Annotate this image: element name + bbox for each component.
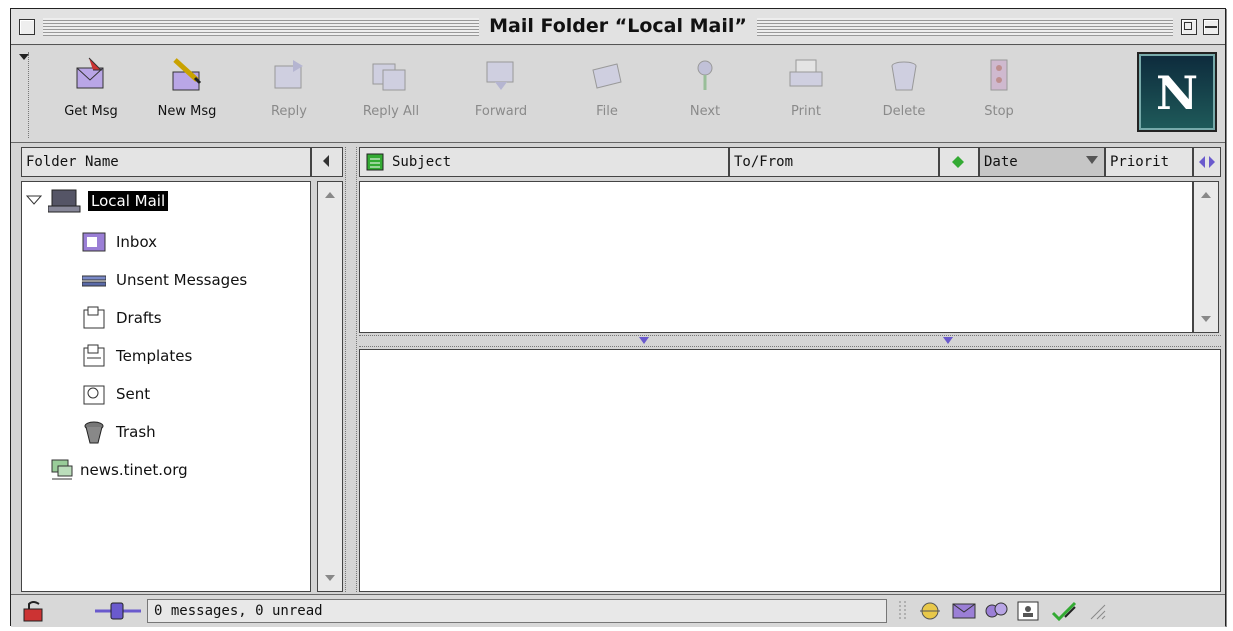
read-status-column-header[interactable] xyxy=(939,147,979,177)
horizontal-splitter[interactable] xyxy=(359,335,1221,347)
reply-icon xyxy=(269,56,309,96)
disclosure-triangle-icon[interactable] xyxy=(26,194,42,206)
collapse-box-icon[interactable] xyxy=(1203,19,1219,35)
message-list[interactable] xyxy=(359,181,1193,333)
splitter-handle-icon xyxy=(943,337,953,344)
get-msg-icon xyxy=(71,56,111,96)
new-msg-icon xyxy=(167,56,207,96)
composer-component-icon[interactable] xyxy=(1051,599,1077,623)
address-book-component-icon[interactable] xyxy=(1015,599,1041,623)
print-icon xyxy=(786,56,826,96)
splitter-handle-icon xyxy=(639,337,649,344)
stop-icon xyxy=(979,56,1019,96)
scroll-up-arrow-icon[interactable] xyxy=(325,192,335,198)
unsent-icon xyxy=(82,275,106,287)
next-icon xyxy=(685,56,725,96)
mail-window: Mail Folder “Local Mail” Get Msg New Msg xyxy=(10,8,1226,627)
status-divider xyxy=(897,599,909,623)
message-list-scrollbar[interactable] xyxy=(1193,181,1219,333)
reply-all-button[interactable]: Reply All xyxy=(351,56,431,136)
toolbar: Get Msg New Msg Reply Reply All Forward xyxy=(11,46,1225,143)
message-preview-pane[interactable] xyxy=(359,349,1221,592)
stop-button[interactable]: Stop xyxy=(969,56,1029,136)
toolbar-collapse-grip[interactable] xyxy=(17,52,29,138)
resize-grip-icon[interactable] xyxy=(1087,599,1107,623)
security-lock-icon[interactable] xyxy=(21,599,47,623)
sent-icon xyxy=(83,385,105,405)
templates-icon xyxy=(83,344,105,367)
inbox-icon xyxy=(82,232,106,252)
scroll-down-arrow-icon[interactable] xyxy=(325,575,335,581)
navigator-component-icon[interactable] xyxy=(917,599,943,623)
window-title: Mail Folder “Local Mail” xyxy=(11,15,1225,37)
new-msg-button[interactable]: New Msg xyxy=(147,56,227,136)
connection-status-icon[interactable] xyxy=(95,599,141,623)
delete-icon xyxy=(884,56,924,96)
zoom-box-icon[interactable] xyxy=(1181,19,1197,35)
delete-button[interactable]: Delete xyxy=(869,56,939,136)
news-server-icon xyxy=(51,459,73,480)
next-button[interactable]: Next xyxy=(675,56,735,136)
subject-column-header[interactable]: Subject xyxy=(359,147,729,177)
get-msg-button[interactable]: Get Msg xyxy=(51,56,131,136)
thread-toggle-icon[interactable] xyxy=(366,153,384,171)
title-bar[interactable]: Mail Folder “Local Mail” xyxy=(11,9,1225,45)
forward-button[interactable]: Forward xyxy=(459,56,543,136)
message-list-header: Subject To/From Date Priorit xyxy=(359,147,1221,181)
priority-column-header[interactable]: Priorit xyxy=(1105,147,1193,177)
to-from-column-header[interactable]: To/From xyxy=(729,147,939,177)
file-button[interactable]: File xyxy=(577,56,637,136)
collapse-pane-button[interactable] xyxy=(311,147,343,177)
newsgroups-component-icon[interactable] xyxy=(983,599,1009,623)
column-picker-icon xyxy=(1199,156,1215,168)
forward-icon xyxy=(481,56,521,96)
folder-name-column-header[interactable]: Folder Name xyxy=(21,147,311,177)
reply-all-icon xyxy=(371,56,411,96)
file-icon xyxy=(587,56,627,96)
folder-pane: Folder Name Local Mail Inbox Unsent Mess… xyxy=(21,147,343,592)
collapse-triangle-icon xyxy=(19,54,29,60)
sort-descending-icon xyxy=(1086,156,1098,164)
scroll-up-arrow-icon[interactable] xyxy=(1201,192,1211,198)
print-button[interactable]: Print xyxy=(771,56,841,136)
folder-scrollbar[interactable] xyxy=(317,181,343,592)
vertical-splitter[interactable] xyxy=(345,147,357,592)
collapse-pane-icon xyxy=(323,155,329,167)
status-bar: 0 messages, 0 unread xyxy=(11,594,1225,627)
mail-component-icon[interactable] xyxy=(951,599,977,623)
folder-tree: Local Mail Inbox Unsent Messages Drafts … xyxy=(21,181,311,592)
local-mail-icon xyxy=(48,189,81,213)
scroll-down-arrow-icon[interactable] xyxy=(1201,316,1211,322)
trash-icon xyxy=(84,421,104,444)
status-text: 0 messages, 0 unread xyxy=(147,599,887,623)
read-status-icon xyxy=(952,156,964,168)
date-column-header[interactable]: Date xyxy=(979,147,1105,177)
netscape-logo[interactable]: N xyxy=(1137,52,1217,132)
column-picker-button[interactable] xyxy=(1193,147,1221,177)
drafts-icon xyxy=(83,306,105,329)
reply-button[interactable]: Reply xyxy=(259,56,319,136)
